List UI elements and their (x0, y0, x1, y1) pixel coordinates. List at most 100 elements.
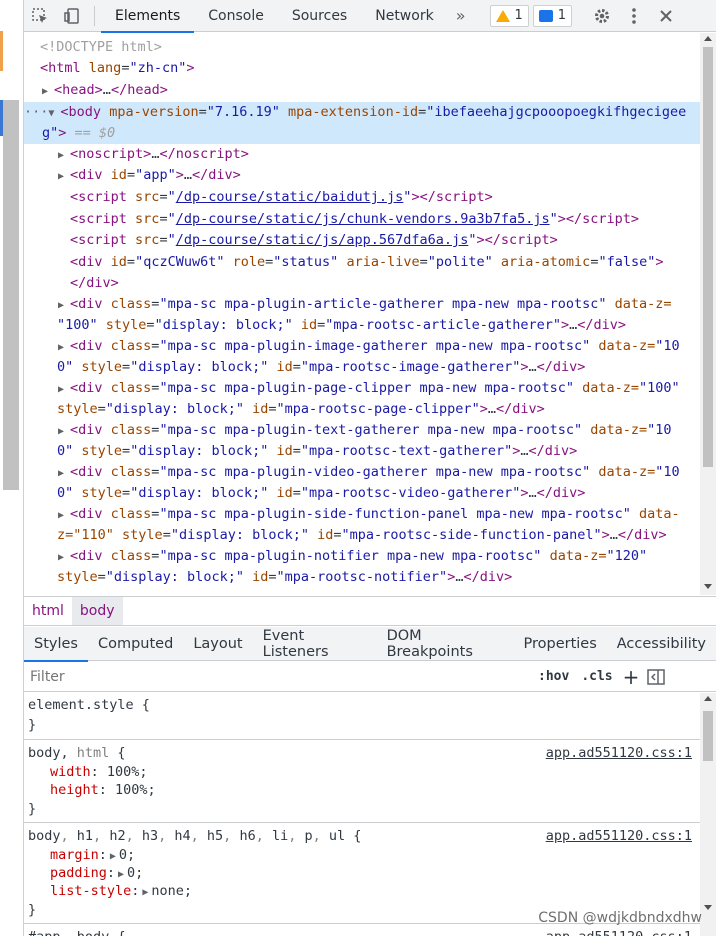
plugin-div-node[interactable]: ▶ <div class="mpa-sc mpa-plugin-video-gat… (58, 462, 716, 482)
collapse-triangle-icon[interactable]: ▼ (48, 104, 60, 124)
style-rule[interactable]: body, html { app.ad551120.css:1 width: 1… (24, 741, 700, 823)
page-scrollbar[interactable] (3, 100, 19, 490)
doctype-node[interactable]: <!DOCTYPE html> (40, 37, 716, 57)
hov-toggle-button[interactable]: :hov (532, 669, 575, 684)
inspect-element-icon[interactable] (24, 0, 56, 32)
expand-triangle-icon[interactable]: ▶ (58, 464, 70, 484)
style-declaration[interactable]: width: 100%; (50, 763, 148, 781)
script-src-link[interactable]: /dp-course/static/js/app.567dfa6a.js (176, 232, 469, 248)
settings-gear-icon[interactable] (586, 0, 618, 32)
script-node[interactable]: <script src="/dp-course/static/js/app.56… (70, 230, 716, 250)
rule-source-link[interactable]: app.ad551120.css:1 (546, 744, 692, 762)
script-node[interactable]: <script src="/dp-course/static/baidutj.j… (70, 187, 716, 207)
page-viewport-edge (0, 0, 24, 936)
styles-subtabs: Styles Computed Layout Event Listeners D… (24, 627, 716, 662)
tab-accessibility[interactable]: Accessibility (607, 627, 716, 661)
noscript-node[interactable]: ▶ <noscript>…</noscript> (58, 144, 716, 164)
rule-close-brace: } (28, 801, 37, 817)
plugin-div-line2[interactable]: 0" style="display: block;" id="mpa-roots… (57, 357, 716, 377)
plugin-div-node[interactable]: ▶ <div class="mpa-sc mpa-plugin-page-clip… (58, 378, 716, 398)
expand-triangle-icon[interactable]: ▶ (58, 338, 70, 358)
close-icon[interactable] (650, 0, 682, 32)
tab-computed[interactable]: Computed (88, 627, 183, 661)
plugin-div-line2[interactable]: 0" style="display: block;" id="mpa-roots… (57, 441, 716, 461)
style-declaration[interactable]: list-style: ▶ none; (50, 882, 192, 900)
tab-properties[interactable]: Properties (513, 627, 606, 661)
tab-network[interactable]: Network (361, 0, 447, 32)
expand-triangle-icon[interactable]: ▶ (58, 506, 70, 526)
style-declaration[interactable]: padding: ▶ 0; (50, 864, 143, 882)
scroll-thumb[interactable] (703, 711, 713, 761)
style-rule[interactable]: #app, body { app.ad551120.css:1 (24, 925, 700, 936)
toolbar-divider (94, 5, 95, 26)
breadcrumb-body[interactable]: body (71, 597, 123, 625)
expand-triangle-icon[interactable]: ▶ (139, 884, 151, 902)
style-declaration[interactable]: height: 100%; (50, 781, 156, 799)
script-src-link[interactable]: /dp-course/static/js/chunk-vendors.9a3b7… (176, 211, 550, 227)
more-tabs-icon[interactable]: » (448, 6, 474, 25)
plugin-div-line2[interactable]: 0" style="display: block;" id="mpa-roots… (57, 483, 716, 503)
head-node[interactable]: ▶ <head>…</head> (42, 80, 716, 100)
tab-layout[interactable]: Layout (183, 627, 252, 661)
messages-badge[interactable]: 1 (532, 4, 573, 27)
expand-triangle-icon[interactable]: ▶ (58, 548, 70, 568)
watermark: CSDN @wdjkdbndxdhw (538, 910, 702, 926)
breadcrumb: html body (24, 596, 716, 626)
style-declaration[interactable]: margin: ▶ 0; (50, 846, 135, 864)
html-node[interactable]: <html lang="zh-cn"> (40, 58, 716, 78)
messages-count: 1 (557, 8, 567, 23)
element-style-rule[interactable]: element.style { } (24, 693, 700, 740)
new-style-rule-icon[interactable]: + (619, 665, 644, 689)
plugin-div-node[interactable]: ▶ <div class="mpa-sc mpa-plugin-article-g… (58, 294, 716, 314)
rule-close-brace: } (28, 902, 37, 918)
tab-styles[interactable]: Styles (24, 627, 88, 662)
toggle-sidebar-icon[interactable] (643, 661, 669, 693)
styles-scrollbar[interactable] (700, 693, 716, 936)
breadcrumb-html[interactable]: html (24, 597, 72, 625)
message-icon (538, 9, 553, 22)
dom-scrollbar[interactable] (700, 33, 716, 595)
status-div-node[interactable]: <div id="qczCWuw6t" role="status" aria-l… (70, 252, 716, 272)
customize-menu-icon[interactable] (618, 0, 650, 32)
scroll-down-icon[interactable] (704, 905, 712, 910)
scroll-thumb[interactable] (703, 47, 713, 467)
body-node-selected[interactable]: ···▼ <body mpa-version="7.16.19" mpa-exte… (24, 102, 700, 144)
warnings-badge[interactable]: 1 (489, 4, 529, 27)
plugin-div-node[interactable]: ▶ <div class="mpa-sc mpa-plugin-side-func… (58, 504, 716, 524)
dom-tree[interactable]: <!DOCTYPE html> <html lang="zh-cn"> ▶ <he… (24, 33, 716, 595)
plugin-div-node[interactable]: ▶ <div class="mpa-sc mpa-plugin-notifier … (58, 546, 716, 566)
tab-sources[interactable]: Sources (278, 0, 361, 32)
plugin-div-node[interactable]: ▶ <div class="mpa-sc mpa-plugin-image-gat… (58, 336, 716, 356)
style-rule[interactable]: body, h1, h2, h3, h4, h5, h6, li, p, ul … (24, 824, 700, 924)
scroll-up-icon[interactable] (704, 36, 712, 41)
expand-triangle-icon[interactable]: ▶ (58, 146, 70, 166)
cls-toggle-button[interactable]: .cls (575, 669, 618, 684)
plugin-div-line2[interactable]: z="110" style="display: block;" id="mpa-… (57, 525, 716, 545)
styles-filter-input[interactable] (24, 664, 524, 689)
rule-source-link[interactable]: app.ad551120.css:1 (546, 928, 692, 936)
more-actions-icon[interactable]: ··· (24, 104, 48, 120)
app-div-node[interactable]: ▶ <div id="app">…</div> (58, 165, 716, 185)
page-highlight (0, 100, 3, 136)
plugin-div-line2[interactable]: style="display: block;" id="mpa-rootsc-p… (57, 399, 716, 419)
device-toolbar-icon[interactable] (56, 0, 88, 32)
expand-triangle-icon[interactable]: ▶ (42, 82, 54, 102)
tab-dom-breakpoints[interactable]: DOM Breakpoints (377, 627, 514, 661)
plugin-div-node[interactable]: ▶ <div class="mpa-sc mpa-plugin-text-gath… (58, 420, 716, 440)
expand-triangle-icon[interactable]: ▶ (58, 422, 70, 442)
script-node[interactable]: <script src="/dp-course/static/js/chunk-… (70, 209, 716, 229)
expand-triangle-icon[interactable]: ▶ (58, 380, 70, 400)
expand-triangle-icon[interactable]: ▶ (58, 296, 70, 316)
style-rules[interactable]: element.style { } body, html { app.ad551… (24, 693, 716, 936)
scroll-down-icon[interactable] (704, 584, 712, 589)
plugin-div-line2[interactable]: style="display: block;" id="mpa-rootsc-n… (57, 567, 716, 587)
expand-triangle-icon[interactable]: ▶ (58, 167, 70, 187)
tab-console[interactable]: Console (194, 0, 278, 32)
status-div-close: </div> (70, 275, 119, 291)
rule-source-link[interactable]: app.ad551120.css:1 (546, 827, 692, 845)
plugin-div-line2[interactable]: "100" style="display: block;" id="mpa-ro… (57, 315, 716, 335)
tab-event-listeners[interactable]: Event Listeners (253, 627, 377, 661)
scroll-up-icon[interactable] (704, 696, 712, 701)
tab-elements[interactable]: Elements (101, 0, 195, 33)
script-src-link[interactable]: /dp-course/static/baidutj.js (176, 189, 404, 205)
